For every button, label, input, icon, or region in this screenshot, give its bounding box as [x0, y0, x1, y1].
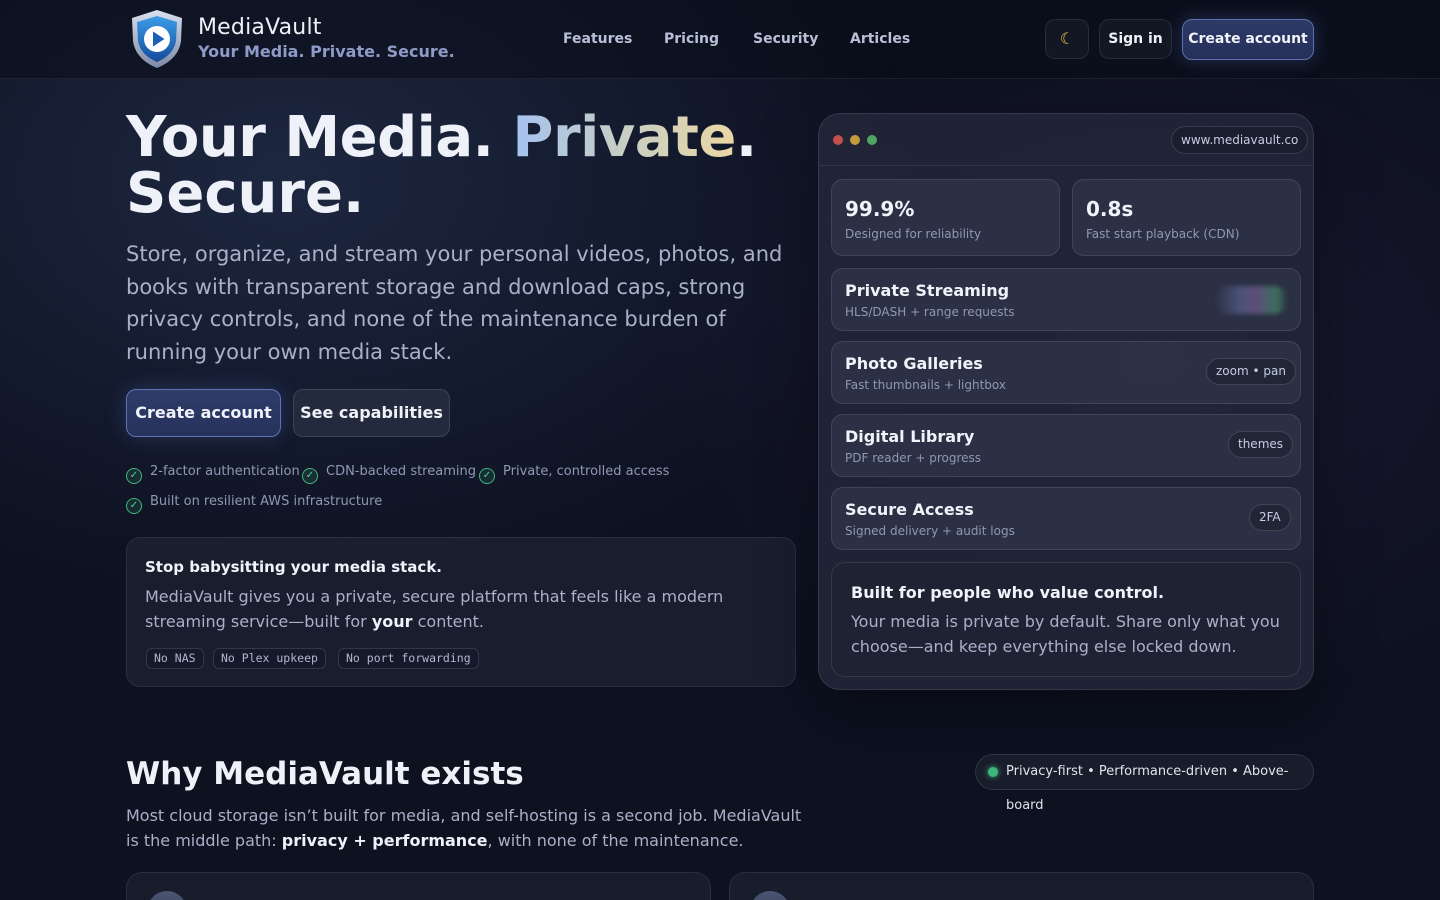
- brand-tagline: Your Media. Private. Secure.: [198, 42, 455, 61]
- tag-no-nas: No NAS: [146, 648, 204, 669]
- stat-reliability: 99.9% Designed for reliability: [831, 179, 1060, 256]
- why-card-left: [126, 872, 711, 900]
- nav-security[interactable]: Security: [753, 31, 818, 47]
- feature-private-access: ✓ Private, controlled access: [479, 463, 670, 484]
- stop-text-b: content.: [412, 612, 484, 631]
- row-title: Secure Access: [845, 500, 974, 519]
- feature-row-streaming: Private Streaming HLS/DASH + range reque…: [831, 268, 1301, 331]
- hero-description: Store, organize, and stream your persona…: [126, 242, 783, 364]
- why-section-text: Most cloud storage isn’t built for media…: [126, 803, 816, 853]
- check-icon: ✓: [126, 498, 142, 514]
- row-subtitle: HLS/DASH + range requests: [845, 305, 1015, 319]
- feature-label: Private, controlled access: [503, 464, 670, 479]
- check-icon: ✓: [302, 468, 318, 484]
- feature-2fa: ✓ 2-factor authentication: [126, 463, 300, 484]
- hero-title: Your Media. Private.: [126, 110, 757, 166]
- feature-aws: ✓ Built on resilient AWS infrastructure: [126, 493, 383, 514]
- feature-row-secure-access: Secure Access Signed delivery + audit lo…: [831, 487, 1301, 550]
- site-header: MediaVault Your Media. Private. Secure. …: [0, 0, 1440, 79]
- brand-name[interactable]: MediaVault: [198, 15, 322, 40]
- feature-row-galleries: Photo Galleries Fast thumbnails + lightb…: [831, 341, 1301, 404]
- streaming-preview-bar: [1214, 286, 1288, 314]
- stop-card-text: MediaVault gives you a private, secure p…: [145, 584, 785, 634]
- window-dot-green: [867, 135, 877, 145]
- window-dot-red: [833, 135, 843, 145]
- theme-toggle-button[interactable]: ☾: [1045, 19, 1089, 59]
- create-account-button[interactable]: Create account: [126, 389, 281, 437]
- window-dot-yellow: [850, 135, 860, 145]
- values-pill-label: Privacy-first • Performance-driven • Abo…: [1006, 764, 1289, 813]
- preview-panel: www.mediavault.co 99.9% Designed for rel…: [818, 113, 1314, 690]
- stat-value: 99.9%: [845, 197, 915, 221]
- tag-no-port-forwarding: No port forwarding: [338, 648, 479, 669]
- card-icon: [147, 891, 187, 900]
- row-title: Private Streaming: [845, 281, 1010, 300]
- tag-no-plex: No Plex upkeep: [213, 648, 326, 669]
- nav-pricing[interactable]: Pricing: [664, 31, 719, 47]
- row-subtitle: Fast thumbnails + lightbox: [845, 378, 1006, 392]
- stop-text-bold: your: [371, 612, 413, 631]
- row-chip: 2FA: [1249, 504, 1291, 531]
- card-icon: [750, 891, 790, 900]
- stop-babysitting-card: Stop babysitting your media stack. Media…: [126, 537, 796, 687]
- create-account-header-button[interactable]: Create account: [1182, 19, 1314, 60]
- stat-value: 0.8s: [1086, 197, 1134, 221]
- stat-playback: 0.8s Fast start playback (CDN): [1072, 179, 1301, 256]
- see-capabilities-button[interactable]: See capabilities: [293, 389, 450, 437]
- shield-play-logo-icon[interactable]: [126, 8, 188, 70]
- check-icon: ✓: [479, 468, 495, 484]
- why-text-bold: privacy + performance: [281, 831, 488, 850]
- stop-card-title: Stop babysitting your media stack.: [145, 558, 442, 576]
- control-title: Built for people who value control.: [851, 583, 1165, 602]
- hero-title-line2: Secure.: [126, 161, 365, 226]
- why-card-right: [729, 872, 1314, 900]
- row-subtitle: Signed delivery + audit logs: [845, 524, 1015, 538]
- feature-label: 2-factor authentication: [150, 464, 300, 479]
- hero-title-period: .: [735, 105, 757, 170]
- hero-title-highlight: Private: [512, 105, 736, 170]
- row-title: Photo Galleries: [845, 354, 983, 373]
- row-chip: themes: [1228, 431, 1294, 458]
- nav-articles[interactable]: Articles: [850, 31, 910, 47]
- nav-features[interactable]: Features: [563, 31, 632, 47]
- sign-in-button[interactable]: Sign in: [1099, 19, 1172, 59]
- row-subtitle: PDF reader + progress: [845, 451, 982, 465]
- control-card: Built for people who value control. Your…: [831, 562, 1301, 677]
- feature-cdn: ✓ CDN-backed streaming: [302, 463, 476, 484]
- url-pill: www.mediavault.co: [1171, 126, 1309, 154]
- moon-icon: ☾: [1059, 29, 1075, 48]
- status-dot-icon: [988, 767, 998, 777]
- why-section-title: Why MediaVault exists: [126, 756, 524, 792]
- row-chip: zoom • pan: [1206, 358, 1296, 385]
- feature-row-library: Digital Library PDF reader + progress th…: [831, 414, 1301, 477]
- feature-label: Built on resilient AWS infrastructure: [150, 494, 383, 509]
- control-text: Your media is private by default. Share …: [851, 612, 1280, 656]
- feature-label: CDN-backed streaming: [326, 464, 476, 479]
- stat-label: Fast start playback (CDN): [1086, 227, 1240, 241]
- check-icon: ✓: [126, 468, 142, 484]
- why-text-b: , with none of the maintenance.: [487, 831, 744, 850]
- row-title: Digital Library: [845, 427, 975, 446]
- panel-window-bar: www.mediavault.co: [819, 114, 1313, 166]
- values-pill: Privacy-first • Performance-driven • Abo…: [975, 754, 1314, 813]
- stat-label: Designed for reliability: [845, 227, 982, 241]
